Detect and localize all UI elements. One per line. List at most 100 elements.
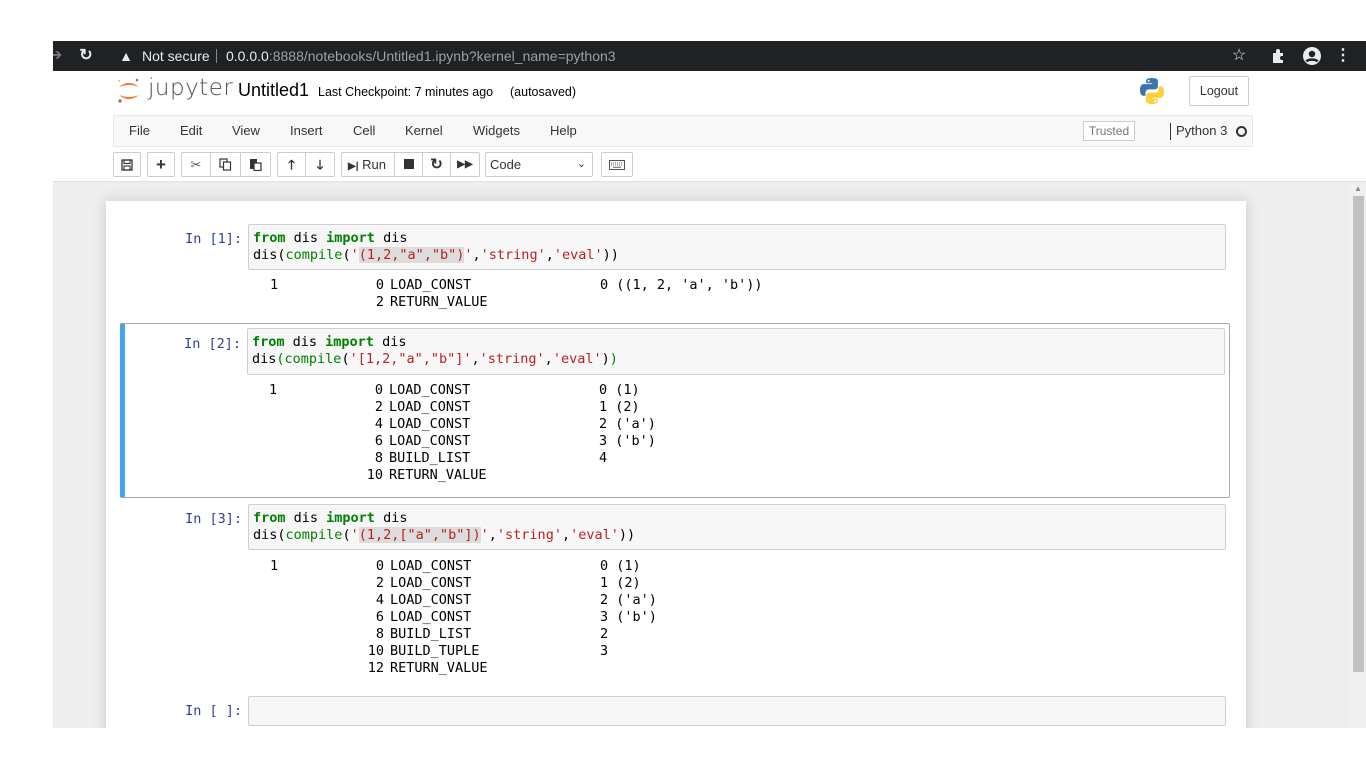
code-text: , — [488, 527, 497, 543]
menu-edit[interactable]: Edit — [180, 116, 202, 146]
opcode-argument: 2 ('a') — [600, 592, 657, 608]
vertical-scrollbar[interactable]: ▲ — [1350, 182, 1366, 728]
forward-icon[interactable]: ➔ — [53, 41, 62, 71]
fast-forward-icon: ▶▶ — [457, 159, 473, 170]
kebab-menu-icon[interactable]: ⋮ — [1335, 41, 1351, 71]
bytecode-offset: 6 — [375, 609, 384, 625]
restart-run-all-button[interactable]: ▶▶ — [451, 152, 480, 177]
code-string: ' — [350, 247, 359, 263]
code-cell[interactable]: In [1]: from dis import dis dis(compile(… — [121, 218, 1231, 314]
code-string: 'eval' — [552, 351, 602, 367]
menu-cell[interactable]: Cell — [353, 116, 375, 146]
disassembly-row: 8 BUILD_LIST 2 — [252, 626, 1148, 643]
code-input-empty[interactable] — [248, 696, 1226, 726]
scissors-icon: ✂ — [190, 157, 202, 172]
opcode-argument: 0 (1) — [599, 382, 640, 398]
paste-icon — [250, 159, 262, 172]
code-string: '[1,2,"a","b"]' — [349, 351, 472, 367]
arrow-down-icon: 🡓 — [316, 157, 324, 172]
code-string-highlighted: (1,2,"a","b") — [358, 247, 465, 263]
code-text: ( — [277, 247, 286, 263]
opcode-name: BUILD_LIST — [390, 626, 472, 642]
url-input[interactable]: 0.0.0.0:8888/notebooks/Untitled1.ipynb?k… — [226, 41, 616, 71]
menu-help[interactable]: Help — [550, 116, 577, 146]
restart-kernel-button[interactable]: ↻ — [423, 152, 451, 177]
opcode-name: LOAD_CONST — [390, 592, 472, 608]
disassembly-row: 1 0 LOAD_CONST 0 (1) — [251, 382, 1147, 399]
interrupt-kernel-button[interactable] — [395, 152, 423, 177]
trusted-indicator[interactable]: Trusted — [1083, 121, 1135, 141]
code-cell-empty[interactable]: In [ ]: — [121, 688, 1231, 728]
insert-cell-button[interactable]: + — [147, 152, 175, 177]
logout-button[interactable]: Logout — [1189, 76, 1249, 106]
menu-kernel[interactable]: Kernel — [405, 116, 443, 146]
opcode-name: RETURN_VALUE — [390, 660, 488, 676]
cell-type-select[interactable]: Code ⌄ — [485, 152, 593, 177]
save-button[interactable] — [113, 152, 141, 177]
code-cell-selected[interactable]: In [2]: from dis import dis dis(compile(… — [120, 323, 1230, 498]
notebook-name[interactable]: Untitled1 — [238, 80, 309, 101]
opcode-name: LOAD_CONST — [390, 575, 472, 591]
move-down-button[interactable]: 🡓 — [306, 152, 335, 177]
account-icon[interactable] — [1301, 41, 1323, 71]
code-text: dis — [253, 527, 278, 543]
opcode-name: LOAD_CONST — [389, 399, 471, 415]
notebook-page: In [1]: from dis import dis dis(compile(… — [106, 201, 1246, 728]
disassembly-row: 2 RETURN_VALUE — [252, 294, 1148, 311]
copy-button[interactable] — [211, 152, 241, 177]
menu-insert[interactable]: Insert — [290, 116, 323, 146]
code-input[interactable]: from dis import dis dis(compile('(1,2,"a… — [248, 224, 1226, 270]
bytecode-offset: 6 — [374, 433, 383, 449]
code-input[interactable]: from dis import dis dis(compile('[1,2,"a… — [247, 328, 1225, 375]
bytecode-offset: 8 — [374, 450, 383, 466]
puzzle-icon[interactable] — [1269, 41, 1289, 71]
url-host: 0.0.0.0 — [226, 48, 269, 64]
code-text: dis — [284, 334, 326, 350]
run-button[interactable]: ▶︎| Run — [341, 152, 395, 177]
code-string: 'string' — [480, 247, 546, 263]
paste-button[interactable] — [241, 152, 271, 177]
move-up-button[interactable]: 🡑 — [277, 152, 306, 177]
autosave-status: (autosaved) — [510, 85, 577, 99]
star-icon[interactable]: ☆ — [1229, 41, 1249, 71]
code-keyword: import — [326, 230, 375, 246]
kernel-idle-indicator-icon — [1236, 126, 1247, 137]
code-text: dis — [374, 510, 408, 526]
jupyter-logo-icon[interactable] — [117, 77, 141, 105]
input-prompt: In [3]: — [185, 511, 242, 527]
scroll-up-arrow-icon[interactable]: ▲ — [1350, 184, 1366, 194]
code-cell[interactable]: In [3]: from dis import dis dis(compile(… — [121, 498, 1231, 688]
cut-button[interactable]: ✂ — [181, 152, 211, 177]
opcode-name: LOAD_CONST — [389, 416, 471, 432]
jupyter-logo-text[interactable]: jupyter — [148, 75, 233, 101]
code-text: , — [561, 527, 571, 543]
source-line-number: 1 — [269, 382, 278, 398]
scrollbar-thumb[interactable] — [1353, 196, 1364, 672]
opcode-argument: 4 — [599, 450, 608, 466]
code-text: ( — [341, 351, 350, 367]
code-input[interactable]: from dis import dis dis(compile('(1,2,["… — [248, 504, 1226, 550]
kernel-name[interactable]: Python 3 — [1176, 116, 1227, 146]
disassembly-row: 2 LOAD_CONST 1 (2) — [252, 575, 1148, 592]
code-string: 'string' — [496, 527, 562, 543]
code-text: dis — [253, 247, 278, 263]
menu-view[interactable]: View — [232, 116, 260, 146]
opcode-name: LOAD_CONST — [390, 277, 472, 293]
menu-widgets[interactable]: Widgets — [473, 116, 520, 146]
opcode-argument: 0 ((1, 2, 'a', 'b')) — [600, 277, 763, 293]
reload-icon[interactable]: ↻ — [77, 41, 95, 71]
bytecode-offset: 10 — [367, 643, 384, 659]
opcode-argument: 1 (2) — [599, 399, 640, 415]
code-text: dis — [374, 230, 408, 246]
security-indicator[interactable]: Not secure — [142, 41, 210, 71]
warning-icon[interactable]: ▲ — [119, 41, 133, 71]
code-string: ' — [480, 527, 489, 543]
restart-icon: ↻ — [430, 156, 443, 173]
bytecode-offset: 10 — [366, 467, 383, 483]
opcode-argument: 3 ('b') — [599, 433, 656, 449]
opcode-argument: 2 — [600, 626, 609, 642]
stop-icon — [403, 159, 414, 169]
bytecode-offset: 0 — [375, 558, 384, 574]
command-palette-button[interactable] — [601, 152, 633, 177]
menu-file[interactable]: File — [129, 116, 150, 146]
